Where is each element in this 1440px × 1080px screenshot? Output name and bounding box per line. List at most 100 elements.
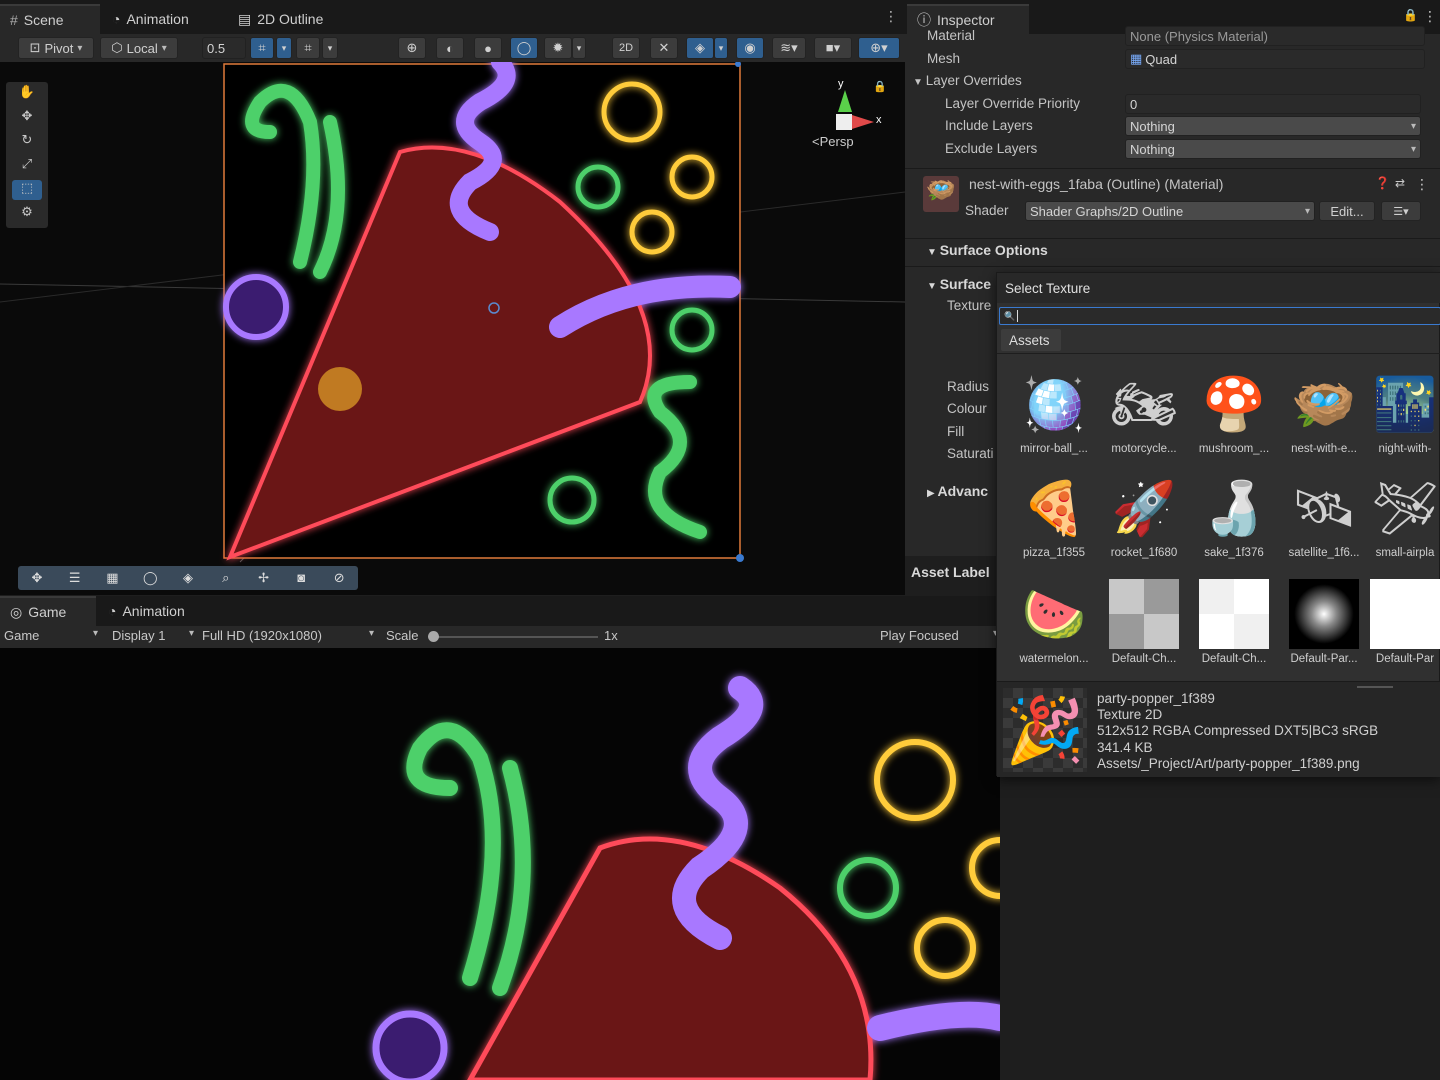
overlay-compass-icon[interactable]: ⊘ — [320, 566, 358, 590]
transform-tool-icon[interactable]: ⚙ — [12, 204, 42, 224]
scene-canvas[interactable]: ✋ ✥ ↻ ⤢ ⬚ ⚙ y x <Persp 🔒 ✥ ☰ ▦ ◯ ◈ ⌕ ✢ ◙… — [0, 62, 905, 595]
asset-label: Default-Ch... — [1111, 653, 1177, 665]
shaded-wireframe-icon[interactable]: ◐ — [436, 37, 464, 59]
draw-mode-icon[interactable]: ◯ — [510, 37, 538, 59]
asset-motorcycle[interactable]: 🏍 motorcycle... — [1101, 369, 1187, 456]
asset-default-checker-gray[interactable]: Default-Ch... — [1101, 579, 1187, 665]
asset-mushroom[interactable]: 🍄 mushroom_... — [1191, 369, 1277, 456]
asset-default-particle-white[interactable]: Default-Par — [1369, 579, 1440, 665]
layer-overrides-foldout[interactable]: ▼ Layer Overrides — [913, 73, 1022, 88]
tab-assets[interactable]: Assets — [1001, 329, 1061, 351]
snap-value-input[interactable]: 0.5 — [202, 37, 246, 59]
scene-visibility-eye-icon[interactable]: ◉ — [736, 37, 764, 59]
2d-toggle-icon[interactable]: 2D — [612, 37, 640, 59]
effects-dropdown-icon[interactable]: ▾ — [714, 37, 728, 59]
camera-icon[interactable]: ■▾ — [814, 37, 852, 59]
overlay-align-icon[interactable]: ☰ — [56, 566, 94, 590]
wireframe-sphere-icon[interactable]: ⊕ — [398, 37, 426, 59]
overlay-layers-icon[interactable]: ◈ — [169, 566, 207, 590]
party-popper-icon: 🎉 — [1003, 688, 1087, 772]
game-mode-dropdown[interactable]: Game — [4, 628, 98, 643]
resize-handle[interactable] — [1357, 686, 1393, 688]
scale-slider-handle[interactable] — [428, 631, 439, 642]
physics-material-field[interactable]: None (Physics Material) — [1125, 26, 1425, 46]
asset-watermelon[interactable]: 🍉 watermelon... — [1011, 579, 1097, 666]
gizmos-icon[interactable]: ⊕▾ — [858, 37, 900, 59]
overlay-camera-icon[interactable]: ◙ — [282, 566, 320, 590]
audio-mute-icon[interactable]: ✕ — [650, 37, 678, 59]
settings-sliders-icon[interactable]: ⇄ — [1395, 176, 1405, 190]
edit-shader-button[interactable]: Edit... — [1319, 201, 1375, 221]
overlay-grid-icon[interactable]: ▦ — [94, 566, 132, 590]
lock-icon[interactable]: 🔒 — [873, 80, 887, 93]
pivot-dropdown[interactable]: ⊡ Pivot — [18, 37, 94, 59]
shader-dropdown[interactable]: Shader Graphs/2D Outline — [1025, 201, 1315, 221]
tab-2d-outline[interactable]: ▤ 2D Outline — [228, 4, 333, 34]
lock-icon[interactable]: 🔒 — [1403, 8, 1418, 22]
overlay-circle-icon[interactable]: ◯ — [131, 566, 169, 590]
tab-game-animation[interactable]: ◔ Animation — [98, 596, 195, 626]
grid-snap-dropdown-icon[interactable]: ▾ — [276, 37, 292, 59]
texture-search-input[interactable]: 🔍 — [999, 307, 1440, 325]
asset-satellite[interactable]: 🛰 satellite_1f6... — [1281, 473, 1367, 560]
local-dropdown[interactable]: ⬡ Local — [100, 37, 178, 59]
increment-snap-dropdown-icon[interactable]: ▾ — [322, 37, 338, 59]
lighting-icon[interactable]: ✹ — [544, 37, 572, 59]
asset-mirror-ball[interactable]: 🪩 mirror-ball_... — [1011, 369, 1097, 456]
shader-options-icon[interactable]: ☰▾ — [1381, 201, 1421, 221]
asset-default-checker-white[interactable]: Default-Ch... — [1191, 579, 1277, 665]
mesh-field[interactable]: ▦ Quad — [1125, 49, 1425, 69]
tab-scene[interactable]: # Scene — [0, 4, 100, 34]
effects-icon[interactable]: ◈ — [686, 37, 714, 59]
tab-game[interactable]: ◎ Game — [0, 596, 96, 626]
tab-animation[interactable]: ◔ Animation — [102, 4, 199, 34]
kebab-menu-icon[interactable]: ⋮ — [884, 8, 898, 25]
gizmo-center[interactable] — [836, 114, 852, 130]
preview-size: 341.4 KB — [1097, 740, 1153, 755]
scale-slider-track[interactable] — [432, 636, 598, 638]
asset-rocket[interactable]: 🚀 rocket_1f680 — [1101, 473, 1187, 560]
gizmo-x-arrow[interactable] — [852, 115, 874, 129]
game-canvas[interactable] — [0, 648, 1000, 1080]
shaded-sphere-icon[interactable]: ● — [474, 37, 502, 59]
rect-tool-icon[interactable]: ⬚ — [12, 180, 42, 200]
increment-snap-icon[interactable]: ⌗ — [296, 37, 320, 59]
hand-tool-icon[interactable]: ✋ — [12, 84, 42, 104]
kebab-menu-icon[interactable]: ⋮ — [1423, 8, 1437, 25]
persp-label[interactable]: <Persp — [812, 134, 854, 149]
move-tool-icon[interactable]: ✥ — [12, 108, 42, 128]
gizmo-y-arrow[interactable] — [838, 90, 852, 112]
asset-sake[interactable]: 🍶 sake_1f376 — [1191, 473, 1277, 560]
foldout-down-icon: ▼ — [913, 77, 926, 88]
overlay-search-icon[interactable]: ⌕ — [207, 566, 245, 590]
grid-snap-icon[interactable]: ⌗ — [250, 37, 274, 59]
gamepad-icon: ◎ — [10, 603, 23, 620]
asset-night-with-stars[interactable]: 🌃 night-with- — [1369, 369, 1440, 456]
display-label: Display 1 — [112, 628, 166, 643]
play-mode-dropdown[interactable]: Play Focused — [880, 628, 998, 643]
preview-format: 512x512 RGBA Compressed DXT5|BC3 sRGB — [1097, 723, 1379, 738]
asset-pizza[interactable]: 🍕 pizza_1f355 — [1011, 473, 1097, 560]
layer-override-priority-input[interactable]: 0 — [1125, 94, 1421, 114]
lighting-dropdown-icon[interactable]: ▾ — [572, 37, 586, 59]
kebab-menu-icon[interactable]: ⋮ — [1415, 176, 1429, 193]
rotate-tool-icon[interactable]: ↻ — [12, 132, 42, 152]
include-layers-dropdown[interactable]: Nothing — [1125, 116, 1421, 136]
exclude-layers-dropdown[interactable]: Nothing — [1125, 139, 1421, 159]
surface-options-foldout[interactable]: ▼ Surface Options — [927, 242, 1048, 258]
resolution-dropdown[interactable]: Full HD (1920x1080) — [202, 628, 374, 643]
asset-label: pizza_1f355 — [1022, 547, 1086, 559]
asset-nest-with-eggs[interactable]: 🪺 nest-with-e... — [1281, 369, 1367, 456]
layers-icon[interactable]: ≋▾ — [772, 37, 806, 59]
asset-default-particle[interactable]: Default-Par... — [1281, 579, 1367, 665]
orientation-gizmo[interactable]: y x <Persp — [808, 78, 888, 182]
scale-tool-icon[interactable]: ⤢ — [12, 156, 42, 176]
help-icon[interactable]: ❓ — [1375, 176, 1390, 190]
surface-foldout[interactable]: ▼ Surface — [927, 276, 991, 292]
asset-small-airplane[interactable]: 🛩 small-airpla — [1369, 473, 1440, 560]
advanced-foldout[interactable]: ▶ Advanc — [927, 483, 988, 499]
foldout-down-icon: ▼ — [927, 247, 940, 258]
overlay-move-icon[interactable]: ✥ — [18, 566, 56, 590]
display-dropdown[interactable]: Display 1 — [112, 628, 194, 643]
overlay-pivot-icon[interactable]: ✢ — [245, 566, 283, 590]
